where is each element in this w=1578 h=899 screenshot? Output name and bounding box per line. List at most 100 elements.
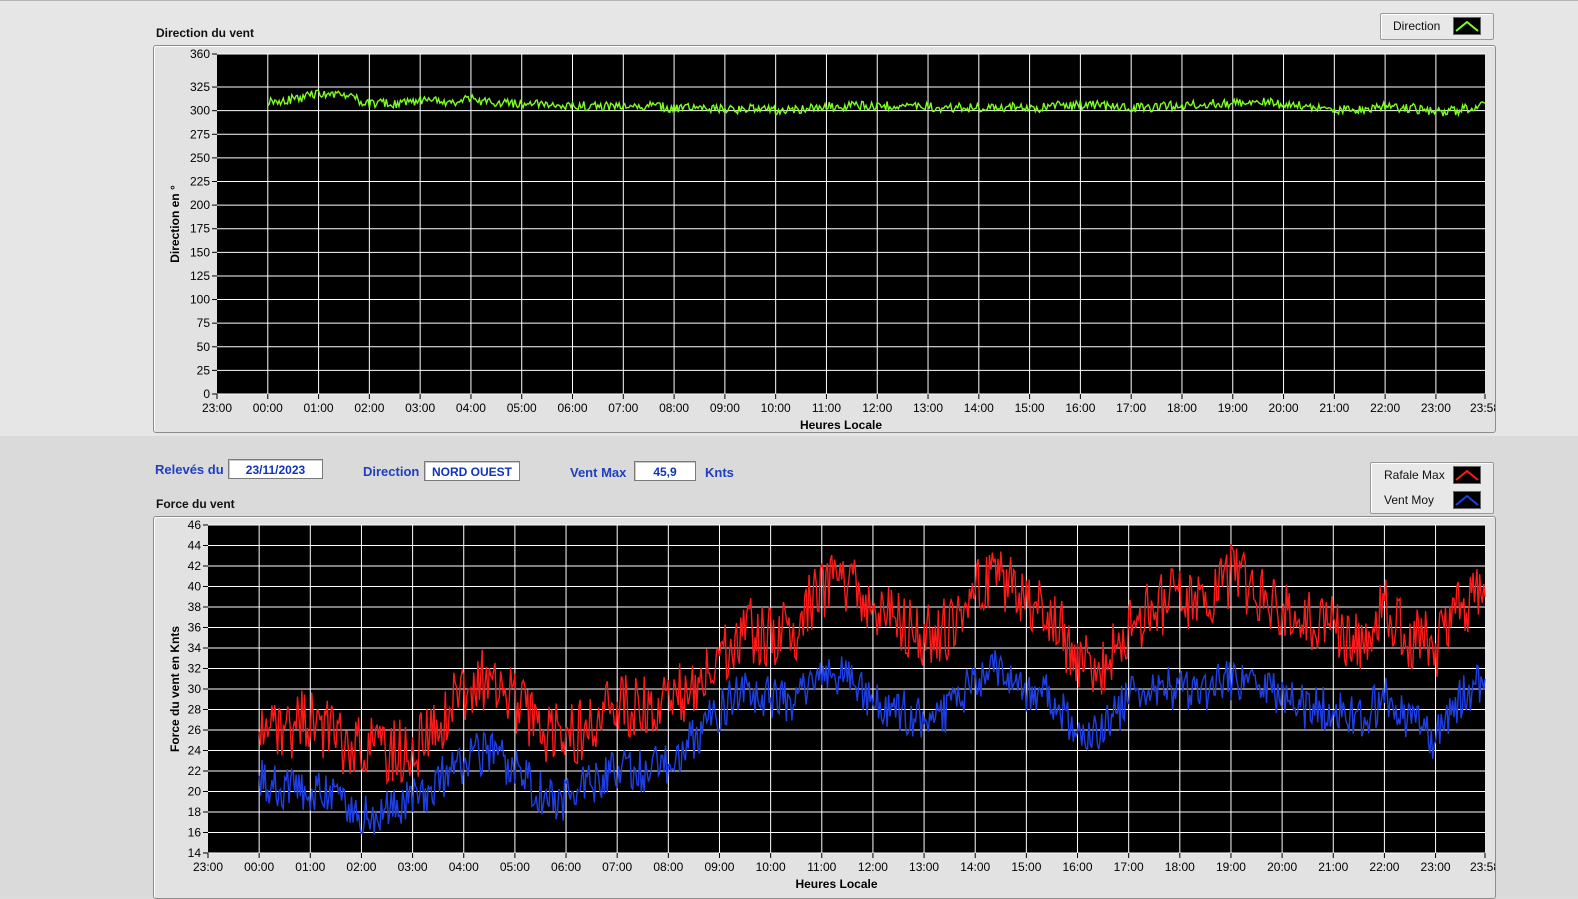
x-tick-label: 21:00 xyxy=(1319,401,1349,415)
x-tick-label: 19:00 xyxy=(1218,401,1248,415)
x-tick-label: 19:00 xyxy=(1216,860,1246,874)
x-tick-label: 10:00 xyxy=(756,860,786,874)
y-tick-label: 75 xyxy=(197,316,211,330)
y-tick-label: 150 xyxy=(190,245,210,259)
x-tick-label: 23:58 xyxy=(1470,860,1495,874)
x-tick-label: 08:00 xyxy=(659,401,689,415)
x-tick-label: 08:00 xyxy=(653,860,683,874)
x-tick-label: 07:00 xyxy=(602,860,632,874)
x-tick-label: 13:00 xyxy=(909,860,939,874)
x-tick-label: 01:00 xyxy=(295,860,325,874)
y-tick-label: 275 xyxy=(190,127,210,141)
mean-line-swatch-icon xyxy=(1453,491,1481,509)
x-tick-label: 23:00 xyxy=(1421,860,1451,874)
direction-line-swatch-icon xyxy=(1453,17,1481,35)
gust-line-swatch-icon xyxy=(1453,466,1481,484)
x-tick-label: 22:00 xyxy=(1370,401,1400,415)
x-tick-label: 17:00 xyxy=(1114,860,1144,874)
x-tick-label: 04:00 xyxy=(456,401,486,415)
y-tick-label: 44 xyxy=(188,539,202,553)
x-tick-label: 09:00 xyxy=(704,860,734,874)
y-tick-label: 38 xyxy=(188,600,202,614)
x-tick-label: 15:00 xyxy=(1011,860,1041,874)
force-chart: 14 16 18 20 22 24 26 28 30 32 34 36 38 40 42 44 46 23:00 0… xyxy=(168,518,1495,891)
x-tick-label: 13:00 xyxy=(913,401,943,415)
y-tick-label: 34 xyxy=(188,641,202,655)
x-tick-label: 11:00 xyxy=(807,860,836,874)
x-tick-label: 02:00 xyxy=(346,860,376,874)
y-tick-label: 30 xyxy=(188,682,202,696)
x-tick-label: 14:00 xyxy=(964,401,994,415)
y-tick-label: 25 xyxy=(197,363,211,377)
x-tick-label: 17:00 xyxy=(1116,401,1146,415)
x-tick-label: 16:00 xyxy=(1063,860,1093,874)
date-label: Relevés du xyxy=(155,462,224,477)
x-tick-label: 09:00 xyxy=(710,401,740,415)
direction-chart-title: Direction du vent xyxy=(156,26,255,40)
date-field[interactable]: 23/11/2023 xyxy=(228,459,323,479)
direction-label: Direction xyxy=(363,464,420,479)
y-tick-label: 300 xyxy=(190,104,210,118)
direction-field[interactable]: NORD OUEST xyxy=(424,461,520,481)
y-tick-label: 28 xyxy=(188,703,202,717)
legend-label-direction: Direction xyxy=(1393,19,1441,33)
y-tick-label: 40 xyxy=(188,580,202,594)
x-tick-label: 03:00 xyxy=(405,401,435,415)
x-tick-label: 23:00 xyxy=(202,401,232,415)
y-tick-label: 250 xyxy=(190,151,210,165)
x-tick-label: 15:00 xyxy=(1015,401,1045,415)
legend-item-direction[interactable]: Direction xyxy=(1381,14,1493,38)
x-tick-label: 07:00 xyxy=(608,401,638,415)
x-tick-label: 14:00 xyxy=(960,860,990,874)
y-tick-label: 26 xyxy=(188,723,202,737)
y-tick-label: 125 xyxy=(190,269,210,283)
force-chart-title: Force du vent xyxy=(156,497,235,511)
x-tick-label: 05:00 xyxy=(500,860,530,874)
y-tick-label: 36 xyxy=(188,621,202,635)
x-tick-label: 18:00 xyxy=(1165,860,1195,874)
y-tick-label: 325 xyxy=(190,80,210,94)
x-tick-label: 03:00 xyxy=(398,860,428,874)
max-wind-label: Vent Max xyxy=(570,465,627,480)
x-tick-label: 06:00 xyxy=(551,860,581,874)
x-tick-label: 05:00 xyxy=(507,401,537,415)
x-tick-label: 00:00 xyxy=(244,860,274,874)
y-tick-label: 200 xyxy=(190,198,210,212)
x-tick-label: 22:00 xyxy=(1369,860,1399,874)
x-tick-label: 23:58 xyxy=(1470,401,1495,415)
x-axis-label: Heures Locale xyxy=(795,877,877,891)
x-tick-label: 23:00 xyxy=(1421,401,1451,415)
y-axis-label: Direction en ° xyxy=(168,185,182,263)
legend-label-mean: Vent Moy xyxy=(1384,493,1435,507)
y-tick-label: 50 xyxy=(197,340,211,354)
x-tick-label: 00:00 xyxy=(253,401,283,415)
x-tick-label: 23:00 xyxy=(193,860,223,874)
y-tick-label: 0 xyxy=(203,387,210,401)
y-tick-label: 225 xyxy=(190,175,210,189)
force-legend[interactable]: Rafale Max Vent Moy xyxy=(1370,462,1494,514)
direction-legend[interactable]: Direction xyxy=(1380,13,1494,40)
direction-chart: 0 25 50 75 100 125 150 175 200 225 250 275 300 325 360… xyxy=(168,47,1495,432)
x-tick-label: 01:00 xyxy=(304,401,334,415)
y-tick-label: 175 xyxy=(190,222,210,236)
x-tick-label: 12:00 xyxy=(858,860,888,874)
y-tick-label: 18 xyxy=(188,805,202,819)
x-tick-label: 04:00 xyxy=(449,860,479,874)
max-wind-unit: Knts xyxy=(705,465,734,480)
legend-label-gust: Rafale Max xyxy=(1384,468,1445,482)
x-tick-label: 20:00 xyxy=(1267,860,1297,874)
legend-item-gust[interactable]: Rafale Max xyxy=(1371,463,1493,487)
y-tick-label: 24 xyxy=(188,744,202,758)
y-tick-label: 32 xyxy=(188,662,202,676)
y-tick-label: 16 xyxy=(188,826,202,840)
x-tick-label: 20:00 xyxy=(1269,401,1299,415)
y-tick-label: 14 xyxy=(188,846,202,860)
y-tick-label: 100 xyxy=(190,293,210,307)
legend-item-mean[interactable]: Vent Moy xyxy=(1371,488,1493,512)
y-tick-label: 42 xyxy=(188,559,202,573)
y-tick-label: 46 xyxy=(188,518,202,532)
x-tick-label: 11:00 xyxy=(812,401,841,415)
x-tick-label: 21:00 xyxy=(1318,860,1348,874)
y-tick-label: 22 xyxy=(188,764,202,778)
max-wind-field[interactable]: 45,9 xyxy=(634,461,696,481)
